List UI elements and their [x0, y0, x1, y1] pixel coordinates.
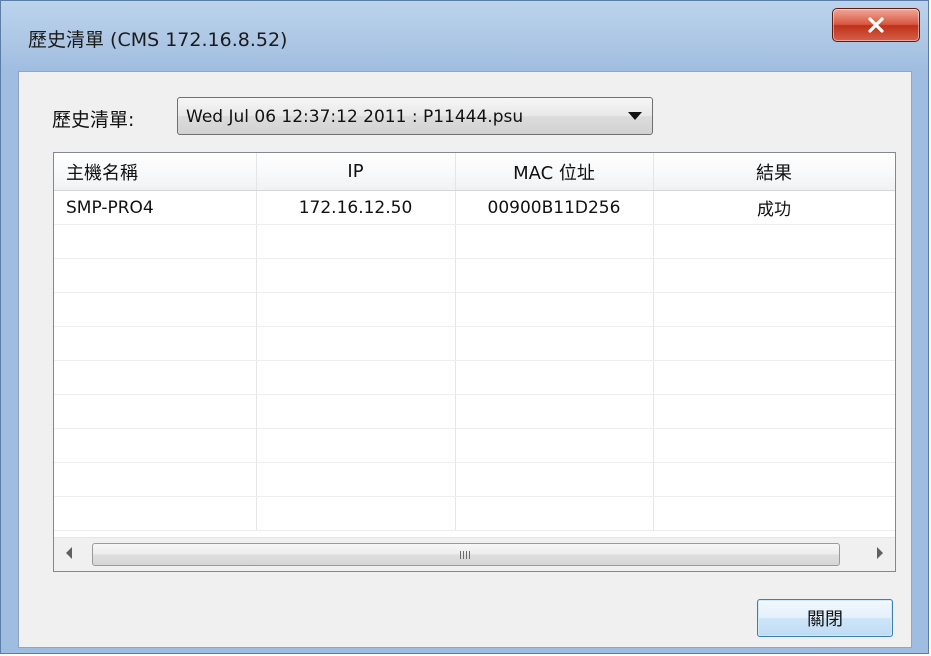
empty-row — [54, 292, 895, 327]
dialog-body: 歷史清單: Wed Jul 06 12:37:12 2011 : P11444.… — [18, 71, 912, 648]
scroll-right-arrow-icon[interactable] — [877, 547, 883, 559]
history-label: 歷史清單: — [52, 109, 135, 131]
column-header-ip[interactable]: IP — [256, 153, 456, 191]
column-header-result[interactable]: 結果 — [653, 153, 895, 191]
history-dropdown[interactable]: Wed Jul 06 12:37:12 2011 : P11444.psu — [177, 97, 653, 135]
cell-mac: 00900B11D256 — [455, 190, 654, 225]
dropdown-arrow-icon — [628, 112, 642, 120]
horizontal-scrollbar[interactable] — [54, 537, 895, 571]
grip-icon — [460, 551, 470, 559]
scrollbar-thumb[interactable] — [92, 543, 840, 566]
window-title: 歷史清單 (CMS 172.16.8.52) — [28, 29, 288, 51]
column-header-mac[interactable]: MAC 位址 — [455, 153, 654, 191]
title-bar[interactable]: 歷史清單 (CMS 172.16.8.52) — [1, 1, 928, 71]
empty-row — [54, 394, 895, 429]
cell-ip: 172.16.12.50 — [256, 190, 456, 225]
empty-row — [54, 258, 895, 293]
table-header-row: 主機名稱 IP MAC 位址 結果 — [54, 153, 895, 191]
empty-row — [54, 462, 895, 497]
empty-row — [54, 360, 895, 395]
close-x-icon — [868, 17, 884, 33]
empty-row — [54, 224, 895, 259]
window-close-button[interactable] — [832, 8, 920, 42]
history-list-view[interactable]: 主機名稱 IP MAC 位址 結果 SMP-PRO4 172.16.12.50 … — [53, 152, 896, 572]
history-dialog: 歷史清單 (CMS 172.16.8.52) 歷史清單: Wed Jul 06 … — [0, 0, 929, 654]
empty-row — [54, 428, 895, 463]
history-dropdown-value: Wed Jul 06 12:37:12 2011 : P11444.psu — [186, 107, 524, 127]
cell-result: 成功 — [653, 190, 895, 225]
empty-row — [54, 326, 895, 361]
column-header-hostname[interactable]: 主機名稱 — [54, 153, 257, 191]
scroll-left-arrow-icon[interactable] — [66, 547, 72, 559]
cell-hostname: SMP-PRO4 — [54, 190, 257, 225]
table-row[interactable]: SMP-PRO4 172.16.12.50 00900B11D256 成功 — [54, 190, 895, 225]
empty-row — [54, 496, 895, 531]
history-table: 主機名稱 IP MAC 位址 結果 SMP-PRO4 172.16.12.50 … — [54, 153, 895, 531]
close-button[interactable]: 關閉 — [757, 599, 893, 637]
